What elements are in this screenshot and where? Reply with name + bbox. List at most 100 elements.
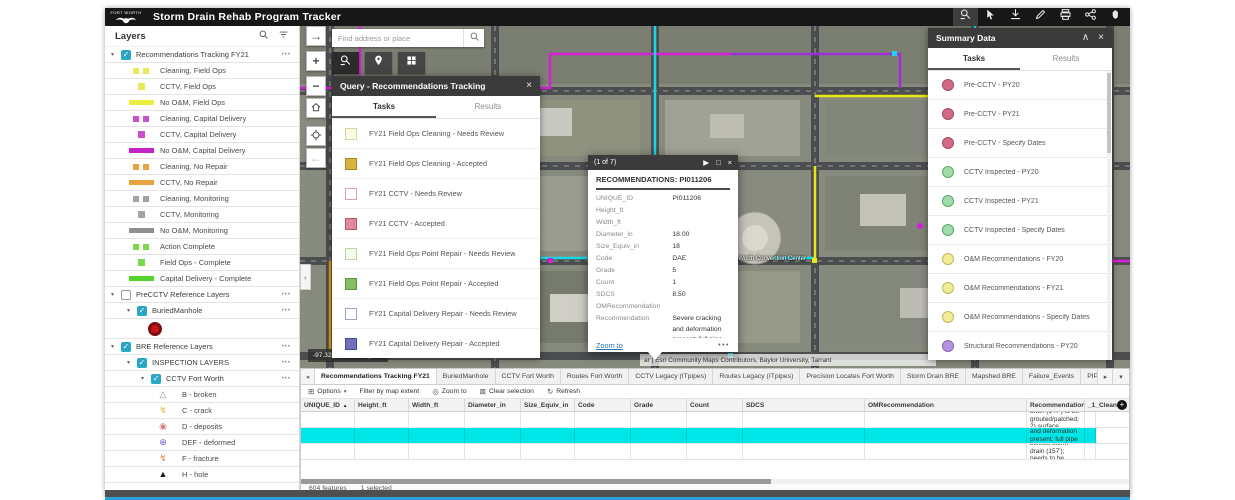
summary-tab[interactable]: Results (1020, 48, 1112, 70)
table-toolbar-button[interactable]: ↻ Refresh ▾ (547, 388, 580, 395)
query-tab[interactable]: Tasks (332, 96, 436, 118)
table-toolbar-button[interactable]: ◎ Zoom to ▾ (432, 388, 466, 395)
table-toolbar-button[interactable]: ⊠ Clear selection ▾ (480, 388, 534, 395)
layer-checkbox[interactable]: ✓ (121, 290, 131, 300)
tabs-list-button[interactable]: ▾ (1112, 369, 1129, 384)
summary-task-item[interactable]: Pre-CCTV - PY21 (928, 100, 1112, 129)
collapse-icon[interactable]: ∧ (1082, 33, 1089, 43)
layer-search-icon[interactable] (258, 27, 269, 45)
table-row[interactable]: PI01120618.0018DAE518.50Severe cracking … (301, 428, 1129, 444)
layer-tree-row[interactable]: ▾ ✓ No O&M, Monitoring ••• (105, 223, 299, 239)
share-widget-button[interactable] (1078, 8, 1103, 26)
layer-menu-ellipsis-icon[interactable]: ••• (282, 292, 291, 298)
layer-menu-ellipsis-icon[interactable]: ••• (282, 344, 291, 350)
layer-tree-row[interactable]: ▾ ✓ CCTV, Monitoring ••• (105, 207, 299, 223)
query-task-item[interactable]: FY21 CCTV - Accepted (332, 209, 540, 239)
caret-down-icon[interactable]: ▾ (127, 307, 137, 314)
table-tab[interactable]: Storm Drain BRE (901, 369, 966, 384)
layer-tree-row[interactable]: ▾ ✓ CCTV Fort Worth ••• (105, 371, 299, 387)
layer-tree-row[interactable]: ▾ ✓ Field Ops - Complete ••• (105, 255, 299, 271)
layer-tree-row[interactable]: ▾ ✓ No O&M, Capital Delivery ••• (105, 143, 299, 159)
next-feature-icon[interactable]: ▶ (703, 159, 709, 167)
column-header[interactable]: Width_ft ▲ (409, 399, 465, 411)
layer-tree-row[interactable]: ▾ ✓ BuriedManhole ••• (105, 303, 299, 319)
query-panel-header[interactable]: Query - Recommendations Tracking × (332, 76, 540, 96)
layer-tree-row[interactable]: ▾ ✓ CCTV, No Repair ••• (105, 175, 299, 191)
home-button[interactable] (306, 98, 326, 118)
search-input[interactable] (332, 34, 463, 43)
column-header[interactable]: Count ▲ (687, 399, 743, 411)
query-task-item[interactable]: FY21 Field Ops Cleaning - Needs Review (332, 119, 540, 149)
layer-checkbox[interactable]: ✓ (121, 50, 131, 60)
popup-header[interactable]: (1 of 7) ▶ □ × (588, 155, 738, 170)
summary-scrollbar[interactable] (1107, 71, 1111, 360)
query-task-item[interactable]: FY21 Field Ops Point Repair - Accepted (332, 269, 540, 299)
next-extent-button[interactable]: → (306, 26, 326, 46)
maximize-icon[interactable]: □ (716, 159, 721, 167)
layer-menu-ellipsis-icon[interactable]: ••• (282, 52, 291, 58)
column-header[interactable]: Code ▲ (575, 399, 631, 411)
popup-menu-ellipsis-icon[interactable]: ••• (718, 342, 730, 349)
layer-tree-row[interactable]: ▾ ✓ ↯ C - crack ••• (105, 403, 299, 419)
layer-tree-row[interactable]: ▾ ✓ INSPECTION LAYERS ••• (105, 355, 299, 371)
layer-tree-row[interactable]: ▾ ✓ Cleaning, Field Ops ••• (105, 63, 299, 79)
field-options-button[interactable]: + (1117, 400, 1127, 410)
query-task-item[interactable]: FY21 Field Ops Point Repair - Needs Revi… (332, 239, 540, 269)
layer-checkbox[interactable]: ✓ (121, 342, 131, 352)
layer-tree-row[interactable]: ▾ ✓ ◉ D - deposits ••• (105, 419, 299, 435)
table-toolbar-button[interactable]: Filter by map extent ▾ (360, 388, 420, 395)
layer-tree-row[interactable]: ▾ ✓ PreCCTV Reference Layers ••• (105, 287, 299, 303)
layer-checkbox[interactable]: ✓ (151, 374, 161, 384)
layer-tree-row[interactable]: ▾ ✓ Cleaning, Monitoring ••• (105, 191, 299, 207)
layer-checkbox[interactable]: ✓ (137, 306, 147, 316)
table-row[interactable]: PI01131424.0024H518.50Heavy cleaning; co… (301, 444, 1129, 460)
layer-menu-ellipsis-icon[interactable]: ••• (282, 308, 291, 314)
query-tool-button[interactable] (332, 52, 359, 74)
query-task-item[interactable]: FY21 Capital Delivery Repair - Needs Rev… (332, 299, 540, 329)
column-header[interactable]: OMRecommendation ▲ (865, 399, 1027, 411)
table-tab[interactable]: CCTV Fort Worth (496, 369, 561, 384)
column-header[interactable]: Size_Equiv_in ▲ (521, 399, 575, 411)
layer-tree-row[interactable]: ▾ ✓ Cleaning, Capital Delivery ••• (105, 111, 299, 127)
close-icon[interactable]: × (728, 159, 732, 167)
summary-task-item[interactable]: Structural Recommendations - PY20 (928, 332, 1112, 360)
summary-task-item[interactable]: Pre-CCTV - Specify Dates (928, 129, 1112, 158)
zoom-to-link[interactable]: Zoom to (596, 341, 623, 350)
tabs-scroll-left-button[interactable]: ◂ (301, 369, 315, 384)
horizontal-scrollbar[interactable] (301, 479, 1129, 484)
summary-task-item[interactable]: O&M Recommendations - FY20 (928, 245, 1112, 274)
table-tab[interactable]: Mapshed BRE (966, 369, 1023, 384)
layer-tree-row[interactable]: ▾ ✓ Capital Delivery - Complete ••• (105, 271, 299, 287)
summary-task-item[interactable]: CCTV Inspected - PY21 (928, 187, 1112, 216)
query-task-item[interactable]: FY21 Capital Delivery Repair - Accepted (332, 329, 540, 358)
column-header[interactable]: Diameter_in ▲ (465, 399, 521, 411)
table-tab[interactable]: CCTV Legacy (ITpipes) (629, 369, 713, 384)
close-icon[interactable]: × (1098, 33, 1104, 43)
summary-panel-header[interactable]: Summary Data ∧ × (928, 28, 1112, 48)
table-tab[interactable]: Routes Fort Worth (561, 369, 629, 384)
layer-tree-row[interactable]: ▾ ✓ ▲ H - hole ••• (105, 467, 299, 483)
table-tab[interactable]: Recommendations Tracking FY21 (315, 369, 437, 384)
add-data-widget-button[interactable] (1003, 8, 1028, 26)
layer-tree-row[interactable]: ▾ ✓ CCTV, Capital Delivery ••• (105, 127, 299, 143)
layer-tree-row[interactable]: ▾ ✓ BRE Reference Layers ••• (105, 339, 299, 355)
caret-down-icon[interactable]: ▾ (141, 375, 151, 382)
layer-menu-ellipsis-icon[interactable]: ••• (282, 360, 291, 366)
search-submit-button[interactable] (463, 29, 484, 47)
column-header[interactable]: Recommendation ▲ (1027, 399, 1085, 411)
column-header[interactable]: Grade ▲ (631, 399, 687, 411)
summary-task-item[interactable]: Pre-CCTV - PY20 (928, 71, 1112, 100)
basemap-gallery-button[interactable] (398, 52, 425, 74)
caret-down-icon[interactable]: ▾ (127, 359, 137, 366)
table-toolbar-button[interactable]: ⊞ Options ▾ (308, 388, 347, 395)
table-tab[interactable]: BuriedManhole (437, 369, 496, 384)
table-tab[interactable]: Routes Legacy (ITpipes) (713, 369, 800, 384)
previous-extent-button[interactable]: ← (306, 148, 326, 168)
layer-tree-row[interactable]: ▾ ✓ ↯ F - fracture ••• (105, 451, 299, 467)
select-widget-button[interactable] (978, 8, 1003, 26)
summary-tab[interactable]: Tasks (928, 48, 1020, 70)
caret-down-icon[interactable]: ▾ (111, 51, 121, 58)
layer-tree-row[interactable]: ▾ ✓ Action Complete ••• (105, 239, 299, 255)
layer-checkbox[interactable]: ✓ (137, 358, 147, 368)
caret-down-icon[interactable]: ▾ (111, 291, 121, 298)
